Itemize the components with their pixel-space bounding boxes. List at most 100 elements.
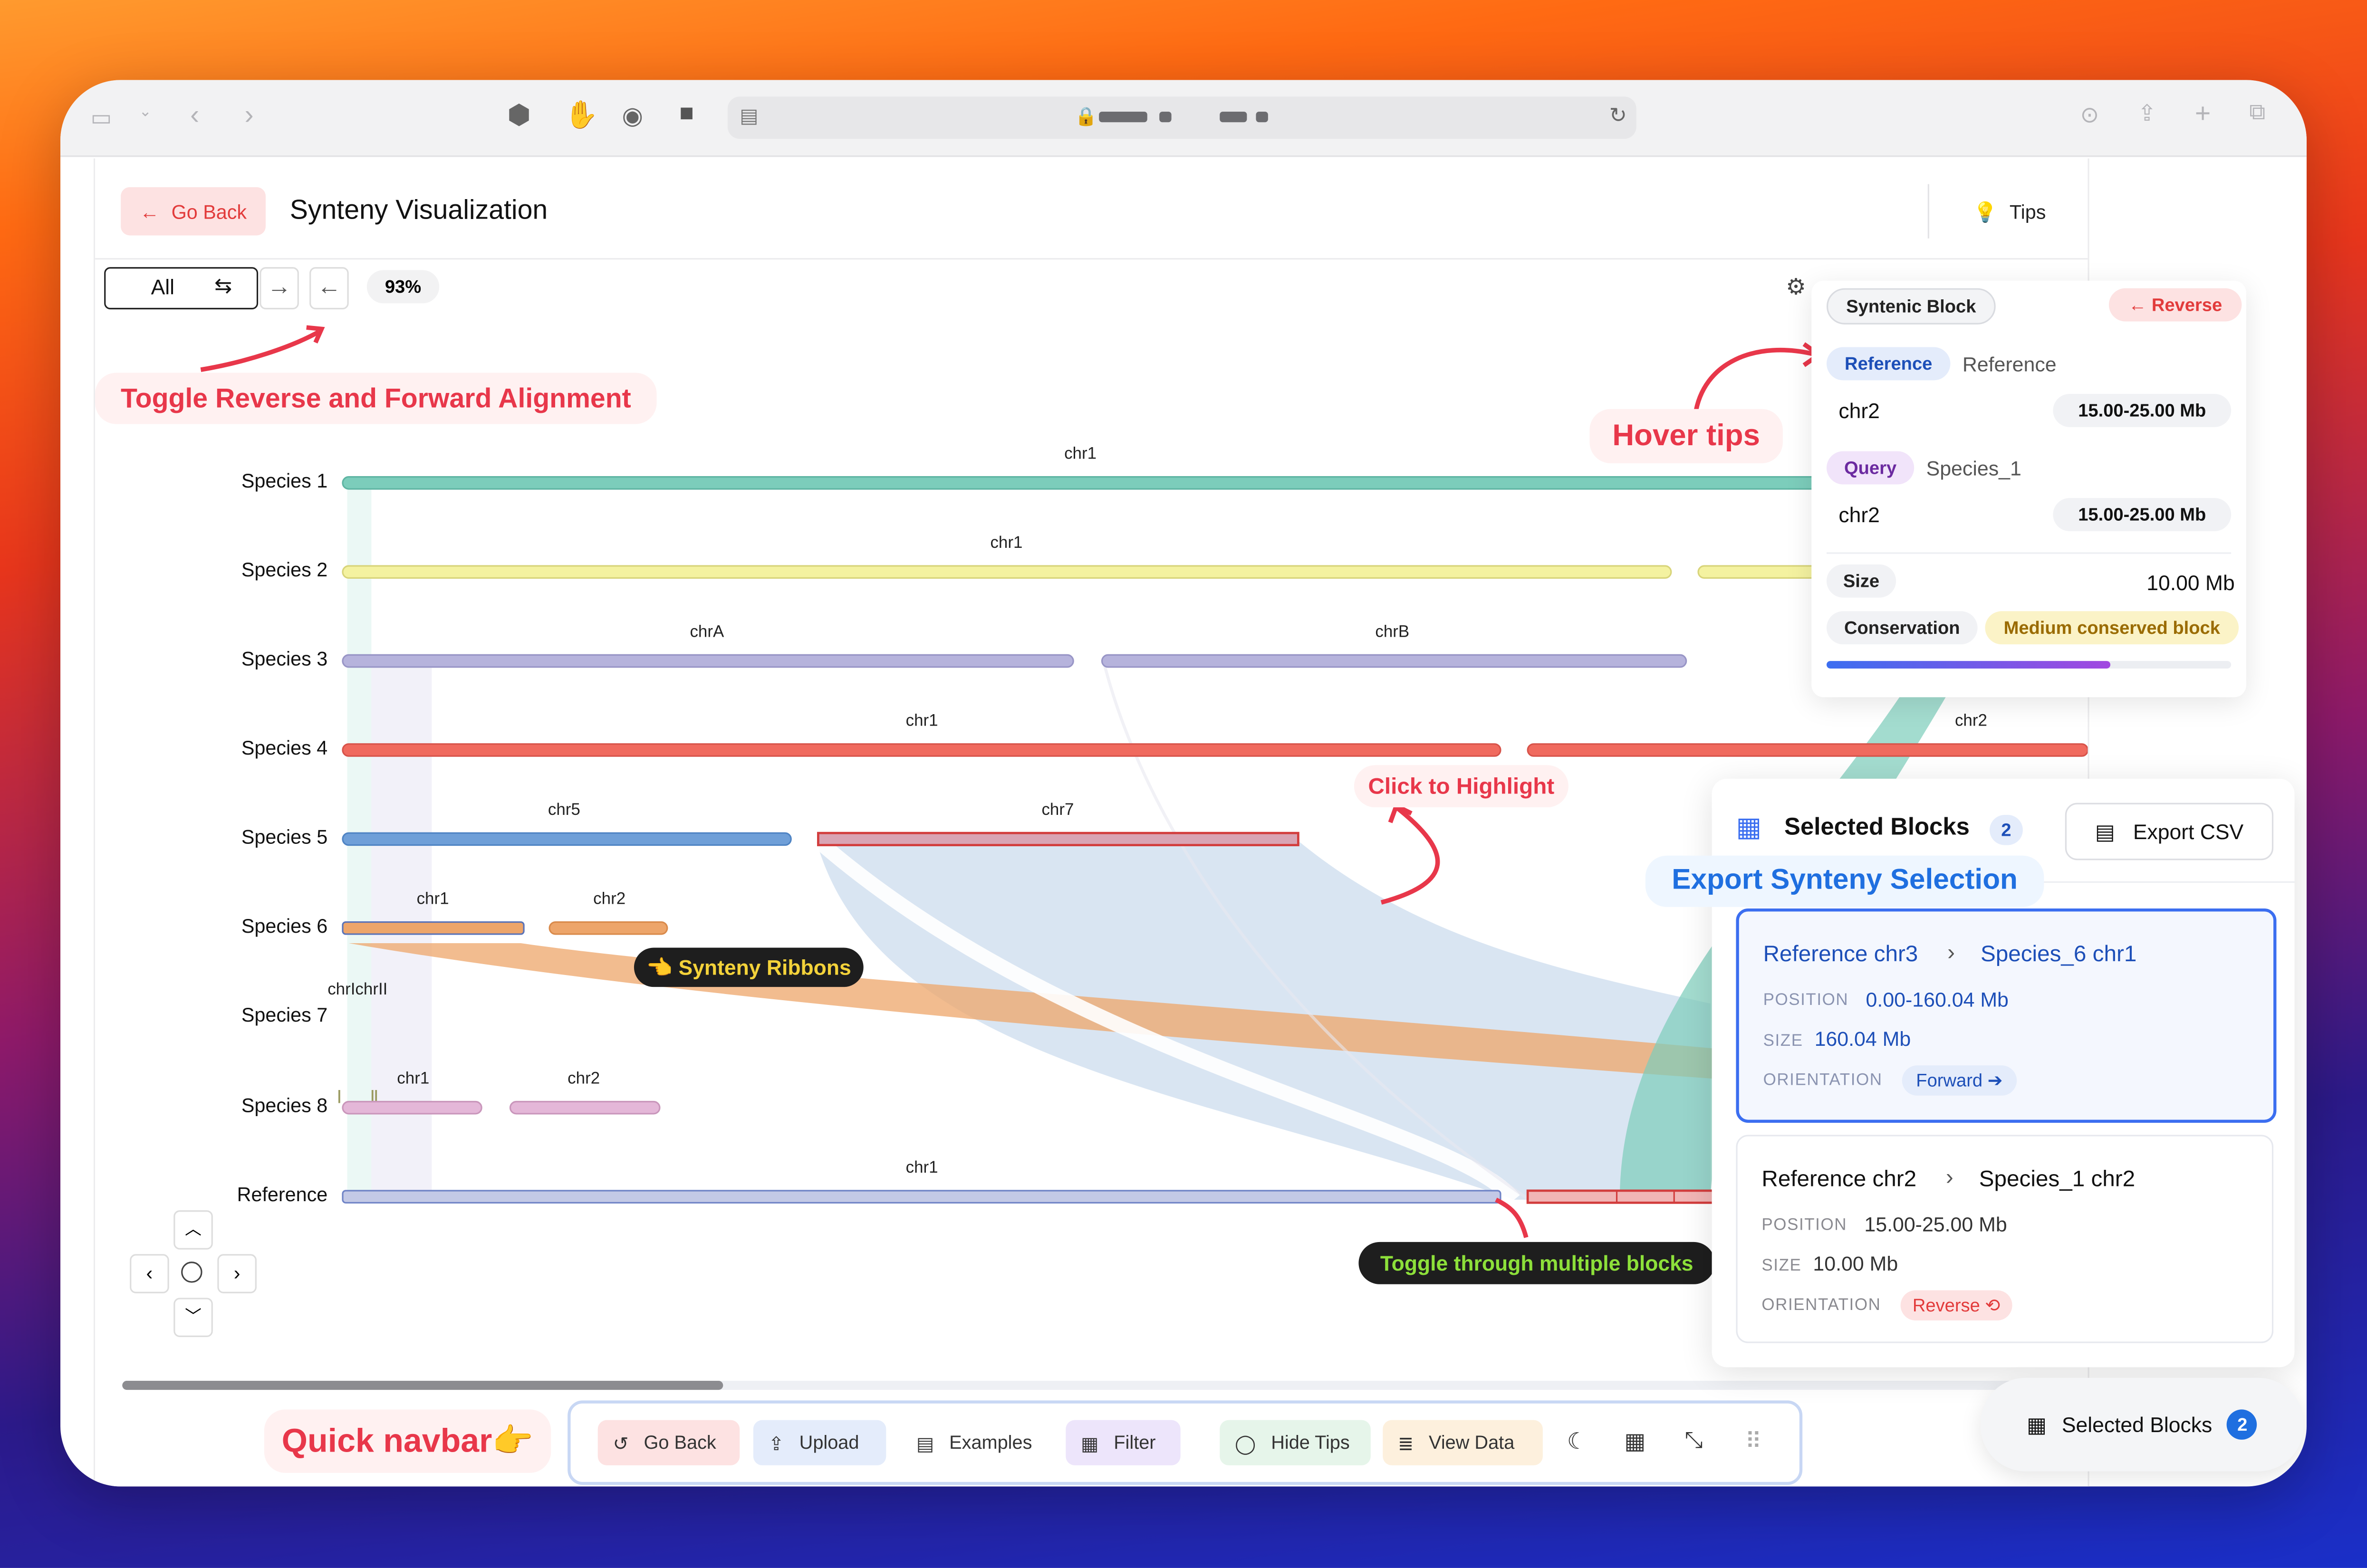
chromosome-species1-chr1[interactable] <box>342 476 1819 490</box>
page-icon: ▤ <box>740 104 759 127</box>
chromosome-reference-chr2[interactable] <box>1526 1189 1716 1204</box>
selected-blocks-count: 2 <box>1989 815 2023 845</box>
tooltip-reference-range: 15.00-25.00 Mb <box>2053 393 2232 427</box>
chromosome-species3-chrA[interactable] <box>342 654 1074 668</box>
navbar-view-data-label: View Data <box>1429 1432 1515 1453</box>
species-label: Species 6 <box>241 914 328 937</box>
selected-block-card[interactable]: Reference chr2 › Species_1 chr2 POSITION… <box>1736 1135 2274 1343</box>
block-position-label: POSITION <box>1763 991 1849 1010</box>
chromosome-label: chr2 <box>593 890 626 908</box>
block-size-label: SIZE <box>1763 1032 1803 1051</box>
drag-handle-icon[interactable]: ⠿ <box>1745 1428 1761 1455</box>
pan-right-button[interactable]: › <box>217 1254 257 1293</box>
annotation-click-highlight: Click to Highlight <box>1354 765 1568 808</box>
reload-icon[interactable]: ↻ <box>1609 103 1627 128</box>
chromosome-species5-chr5[interactable] <box>342 832 792 846</box>
floating-selected-blocks-button[interactable]: ▦ Selected Blocks 2 <box>1980 1377 2304 1472</box>
chromosome-species5-chr7[interactable] <box>817 832 1299 846</box>
navbar-upload-label: Upload <box>799 1432 859 1453</box>
chromosome-label: chr1 <box>397 1070 430 1088</box>
navbar-examples-label: Examples <box>949 1432 1032 1453</box>
chromosome-species6-chr1[interactable] <box>342 921 525 935</box>
navbar-filter-button[interactable]: ▦ Filter <box>1066 1420 1181 1465</box>
chromosome-label: chr1 <box>990 534 1023 553</box>
hand-icon[interactable]: ✋ <box>565 100 598 132</box>
wallet-icon[interactable]: ■ <box>679 101 694 128</box>
block-size: 10.00 Mb <box>1813 1252 1898 1275</box>
address-bar[interactable]: ▤ 🔒 ↻ <box>727 96 1636 139</box>
navbar-examples-button[interactable]: ▤ Examples <box>901 1420 1052 1465</box>
chromosome-species4-chr1[interactable] <box>342 743 1501 757</box>
layout-grid-icon[interactable]: ▦ <box>1624 1428 1645 1455</box>
browser-toolbar: ▭ ⌄ ‹ › ⬢ ✋ ◉ ■ ▤ 🔒 ↻ ⊙ ⇪ + ⧉ <box>60 80 2307 157</box>
browser-window: ▭ ⌄ ‹ › ⬢ ✋ ◉ ■ ▤ 🔒 ↻ ⊙ ⇪ + ⧉ ← Go Back … <box>60 80 2307 1487</box>
document-icon: ▤ <box>916 1433 934 1454</box>
chevron-up-icon: ︿ <box>185 1221 202 1239</box>
block-orientation: Reverse ⟲ <box>1900 1290 2012 1321</box>
database-icon: ≣ <box>1397 1433 1414 1454</box>
chromosome-label: chr7 <box>1041 801 1074 820</box>
conservation-bar-track <box>1826 661 2232 669</box>
share-icon[interactable]: ⇪ <box>2137 100 2156 127</box>
lock-icon: 🔒 <box>1075 105 1097 127</box>
species-label: Species 8 <box>241 1094 328 1117</box>
redacted-url-block <box>1220 112 1247 123</box>
annotation-toggle-blocks: Toggle through multiple blocks <box>1358 1242 1715 1284</box>
tooltip-query-tag: Query <box>1826 451 1915 485</box>
block-reference: Reference chr2 <box>1761 1166 1917 1193</box>
species-label: Species 3 <box>241 647 328 670</box>
chromosome-label: chr2 <box>1954 712 1987 731</box>
species7-glyph: Ⅰ <box>337 1088 342 1108</box>
floating-selected-blocks-count: 2 <box>2227 1409 2258 1440</box>
horizontal-scrollbar-thumb[interactable] <box>122 1381 723 1390</box>
selected-block-card[interactable]: Reference chr3 › Species_6 chr1 POSITION… <box>1736 908 2277 1123</box>
pan-down-button[interactable]: ﹀ <box>173 1298 213 1337</box>
navbar-go-back-button[interactable]: ↺ Go Back <box>597 1420 740 1465</box>
chromosome-label: chr2 <box>568 1070 600 1088</box>
redacted-url-block <box>1099 112 1147 123</box>
pan-reset-button[interactable] <box>181 1262 202 1283</box>
glasses-icon[interactable]: ◉ <box>622 101 643 132</box>
block-position: 0.00-160.04 Mb <box>1866 988 2009 1011</box>
pan-left-button[interactable]: ‹ <box>130 1254 169 1293</box>
species-label: Species 7 <box>241 1004 328 1026</box>
forward-arrow-icon[interactable]: › <box>245 100 254 132</box>
screenshot-stage: ▭ ⌄ ‹ › ⬢ ✋ ◉ ■ ▤ 🔒 ↻ ⊙ ⇪ + ⧉ ← Go Back … <box>0 0 2367 1568</box>
annotation-arrow <box>200 330 320 372</box>
back-arrow-icon[interactable]: ‹ <box>190 100 199 132</box>
chromosome-species4-chr2[interactable] <box>1527 743 2088 757</box>
navbar-view-data-button[interactable]: ≣ View Data <box>1383 1420 1543 1465</box>
annotation-synteny-ribbons: 👈 Synteny Ribbons <box>634 947 864 987</box>
chevron-right-icon: › <box>1945 1165 1953 1191</box>
download-icon[interactable]: ⊙ <box>2080 101 2099 128</box>
new-tab-icon[interactable]: + <box>2195 98 2211 130</box>
chromosome-species3-chrB[interactable] <box>1101 654 1687 668</box>
tooltip-conservation-value: Medium conserved block <box>1985 611 2239 645</box>
tooltip-query-range: 15.00-25.00 Mb <box>2053 498 2232 531</box>
chromosome-species8-chr1[interactable] <box>342 1100 482 1115</box>
extension-icon[interactable]: ⬢ <box>507 100 531 132</box>
export-csv-button[interactable]: ▤ Export CSV <box>2065 803 2274 860</box>
pan-up-button[interactable]: ︿ <box>173 1210 213 1250</box>
selected-blocks-title: Selected Blocks <box>1784 815 1970 841</box>
navbar-upload-button[interactable]: ⇪ Upload <box>753 1420 886 1465</box>
tabs-overview-icon[interactable]: ⧉ <box>2249 100 2265 125</box>
annotation-toggle-alignment: Toggle Reverse and Forward Alignment <box>95 373 657 424</box>
navbar-hide-tips-button[interactable]: ◯ Hide Tips <box>1220 1420 1371 1465</box>
chromosome-species2-chr1[interactable] <box>342 565 1672 579</box>
sidebar-toggle-icon[interactable]: ▭ <box>91 104 112 131</box>
chromosome-species6-chr2[interactable] <box>548 921 668 935</box>
chromosome-species8-chr2[interactable] <box>509 1100 661 1115</box>
collapse-icon[interactable]: ⤡ <box>1684 1428 1703 1453</box>
block-size-label: SIZE <box>1761 1257 1802 1275</box>
tooltip-reference-tag: Reference <box>1826 347 1951 381</box>
block-reference: Reference chr3 <box>1763 941 1918 967</box>
annotation-quick-navbar: Quick navbar👉 <box>264 1409 551 1473</box>
tooltip-size-value: 10.00 Mb <box>2146 570 2235 595</box>
species-label: Reference <box>237 1183 328 1206</box>
chromosome-label: chr1 <box>416 890 449 908</box>
dark-mode-moon-icon[interactable]: ☾ <box>1567 1428 1588 1455</box>
chevron-down-icon[interactable]: ⌄ <box>139 104 152 121</box>
block-orientation-label: ORIENTATION <box>1761 1296 1881 1315</box>
chromosome-reference-chr1[interactable] <box>342 1190 1501 1204</box>
